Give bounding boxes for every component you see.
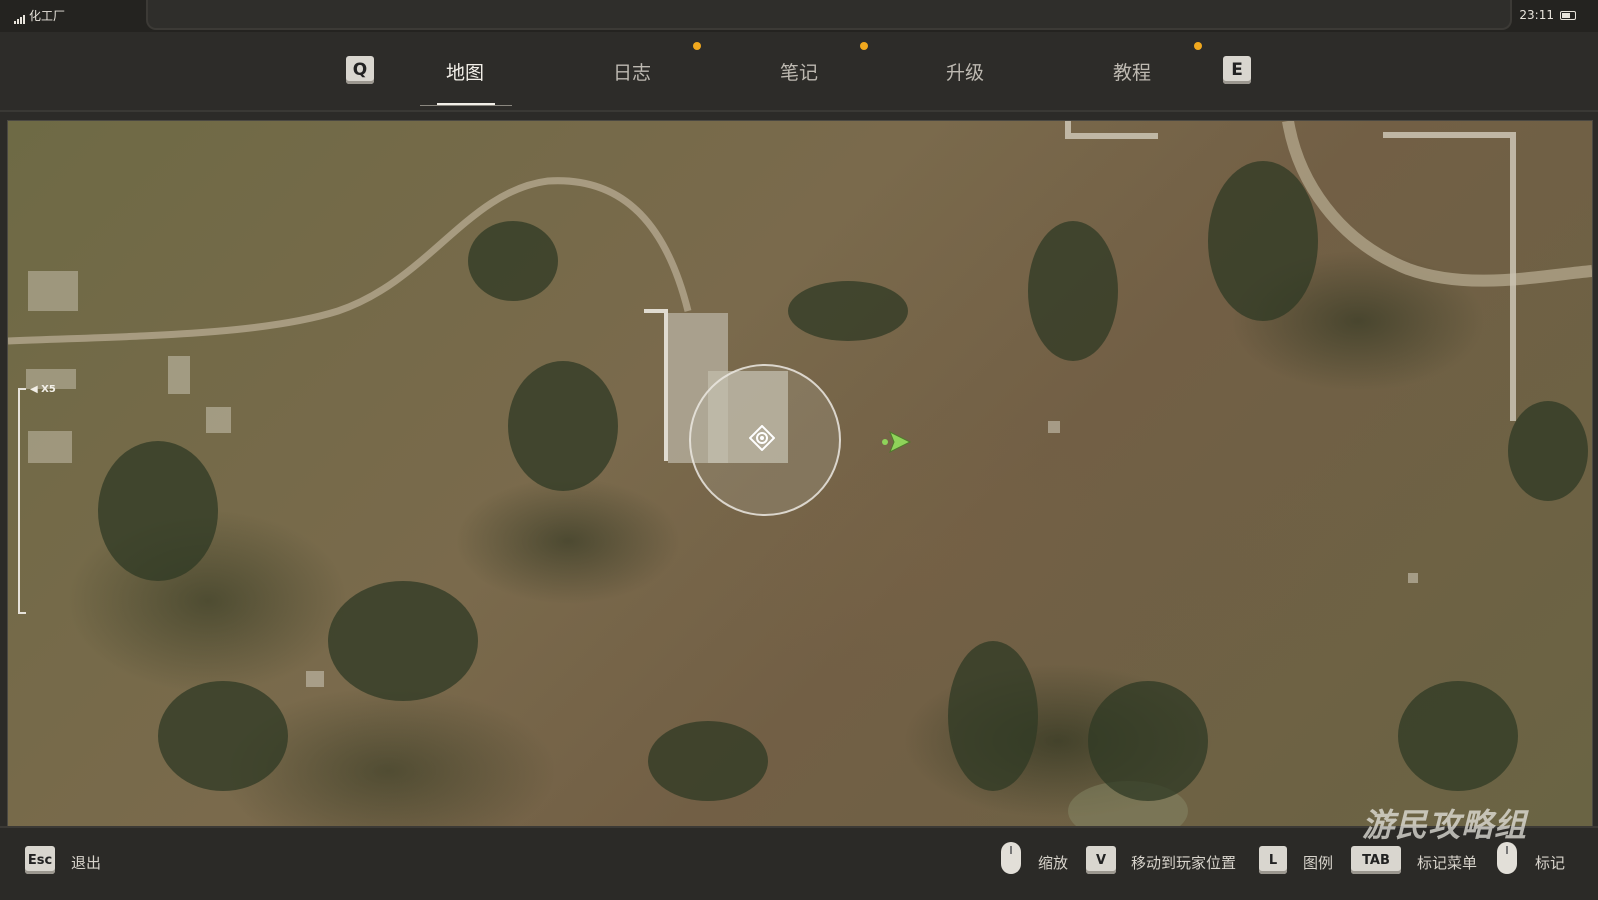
player-location-icon — [749, 425, 775, 451]
tab-tutorial[interactable]: 教程 — [1082, 58, 1182, 85]
l-key[interactable]: L — [1259, 846, 1287, 874]
status-frame — [146, 0, 1512, 30]
notes-notification-dot — [860, 42, 868, 50]
move-to-player-label[interactable]: 移动到玩家位置 — [1131, 852, 1236, 873]
mouse-scroll-icon — [1001, 842, 1021, 874]
mark-label[interactable]: 标记 — [1535, 852, 1565, 873]
zoom-level-label: ◀ X5 — [30, 384, 56, 395]
direction-arrow-icon — [882, 430, 912, 454]
tab-key[interactable]: TAB — [1351, 846, 1401, 874]
location-label: 化工厂 — [29, 9, 66, 23]
tree-cluster — [788, 281, 908, 341]
tree-cluster — [948, 641, 1038, 791]
tutorial-notification-dot — [1194, 42, 1202, 50]
watermark: 游民攻略组 — [1362, 806, 1528, 844]
log-notification-dot — [693, 42, 701, 50]
tree-cluster — [1208, 161, 1318, 321]
tab-log[interactable]: 日志 — [582, 58, 682, 85]
legend-label[interactable]: 图例 — [1303, 852, 1333, 873]
v-key[interactable]: V — [1086, 846, 1116, 874]
tree-cluster — [328, 581, 478, 701]
marker-menu-label[interactable]: 标记菜单 — [1417, 852, 1477, 873]
tab-notes[interactable]: 笔记 — [749, 58, 849, 85]
status-bar: 化工厂 23:11 — [0, 0, 1598, 32]
mouse-click-icon — [1497, 842, 1517, 874]
tree-cluster — [508, 361, 618, 491]
prev-tab-key[interactable]: Q — [346, 56, 374, 84]
signal-indicator: 化工厂 — [14, 7, 65, 24]
tree-cluster — [98, 441, 218, 581]
tree-cluster — [1398, 681, 1518, 791]
tree-cluster — [1088, 681, 1208, 801]
signal-icon — [14, 14, 25, 24]
tree-cluster — [468, 221, 558, 301]
tree-cluster — [158, 681, 288, 791]
exit-label[interactable]: 退出 — [71, 852, 101, 873]
tree-cluster — [1028, 221, 1118, 361]
zoom-scale-bar[interactable] — [18, 388, 26, 614]
active-tab-line — [420, 105, 512, 106]
zoom-label: 缩放 — [1038, 854, 1069, 872]
tab-upgrade[interactable]: 升级 — [915, 58, 1015, 85]
battery-icon — [1560, 11, 1576, 20]
tree-cluster — [1508, 401, 1588, 501]
tree-cluster — [648, 721, 768, 801]
esc-key[interactable]: Esc — [25, 846, 55, 874]
clock: 23:11 — [1519, 8, 1554, 22]
tab-map[interactable]: 地图 — [415, 58, 515, 85]
next-tab-key[interactable]: E — [1223, 56, 1251, 84]
